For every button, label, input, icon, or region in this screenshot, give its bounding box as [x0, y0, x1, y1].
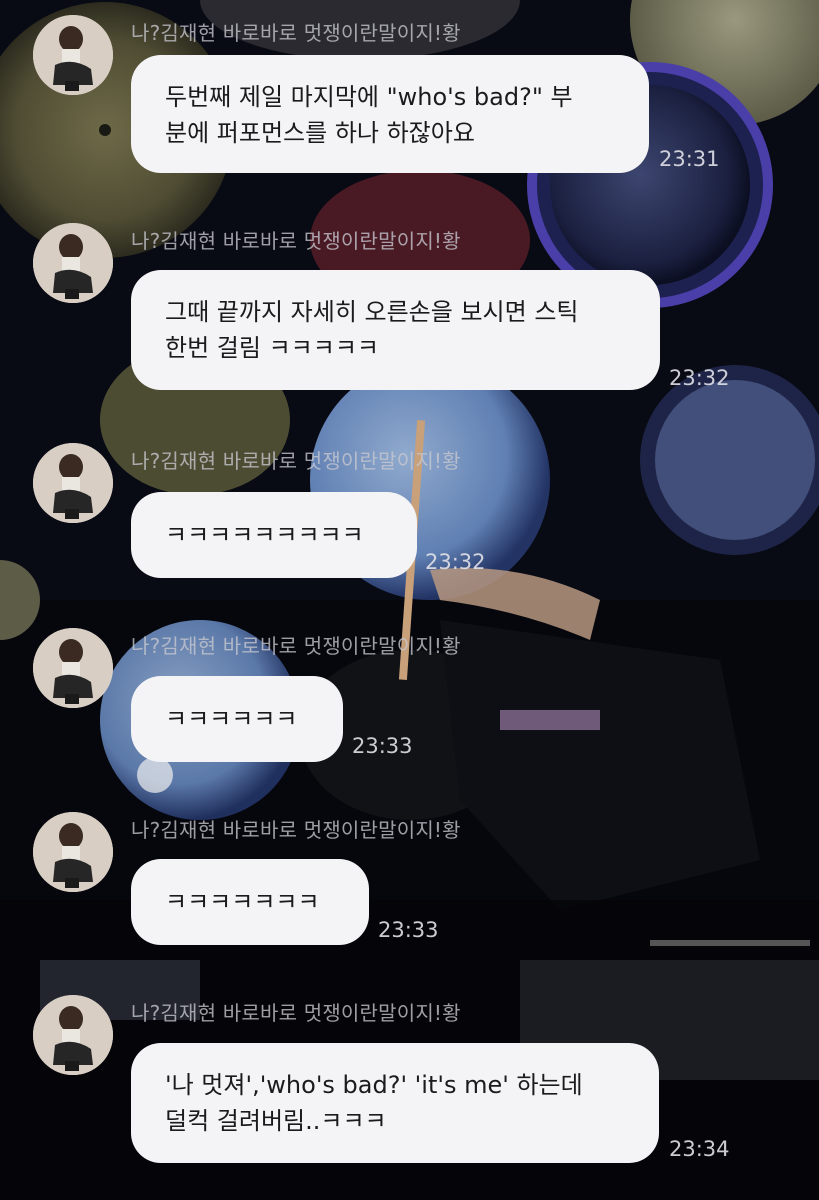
message-bubble[interactable]: ㅋㅋㅋㅋㅋㅋ	[131, 676, 343, 762]
message-text-line: ㅋㅋㅋㅋㅋㅋㅋ	[165, 888, 320, 916]
message-timestamp: 23:31	[659, 147, 720, 171]
sender-name: 나?김재현 바로바로 멋쟁이란말이지!황	[131, 818, 461, 842]
message-text-line: 덜컥 걸려버림..ㅋㅋㅋ	[165, 1107, 387, 1135]
sender-avatar[interactable]	[33, 628, 113, 708]
chat-thread: 나?김재현 바로바로 멋쟁이란말이지!황 두번째 제일 마지막에 "who's …	[0, 0, 819, 1200]
sender-avatar[interactable]	[33, 812, 113, 892]
message-text-line: 분에 퍼포먼스를 하나 하잖아요	[165, 119, 475, 147]
message-bubble[interactable]: ㅋㅋㅋㅋㅋㅋㅋ	[131, 859, 369, 945]
message-text-line: 두번째 제일 마지막에 "who's bad?" 부	[165, 83, 573, 111]
sender-name: 나?김재현 바로바로 멋쟁이란말이지!황	[131, 634, 461, 658]
message-text-line: 한번 걸림 ㅋㅋㅋㅋㅋ	[165, 334, 379, 362]
sender-name: 나?김재현 바로바로 멋쟁이란말이지!황	[131, 21, 461, 45]
message-bubble[interactable]: 그때 끝까지 자세히 오른손을 보시면 스틱 한번 걸림 ㅋㅋㅋㅋㅋ	[131, 270, 660, 390]
sender-avatar[interactable]	[33, 995, 113, 1075]
message-text-line: '나 멋져','who's bad?' 'it's me' 하는데	[165, 1071, 583, 1099]
message-bubble[interactable]: ㅋㅋㅋㅋㅋㅋㅋㅋㅋ	[131, 492, 417, 578]
message-timestamp: 23:33	[352, 734, 413, 758]
sender-name: 나?김재현 바로바로 멋쟁이란말이지!황	[131, 449, 461, 473]
message-timestamp: 23:32	[425, 550, 486, 574]
sender-name: 나?김재현 바로바로 멋쟁이란말이지!황	[131, 229, 461, 253]
message-text-line: ㅋㅋㅋㅋㅋㅋㅋㅋㅋ	[165, 521, 364, 549]
message-bubble[interactable]: '나 멋져','who's bad?' 'it's me' 하는데 덜컥 걸려버…	[131, 1043, 659, 1163]
message-timestamp: 23:33	[378, 918, 439, 942]
message-timestamp: 23:32	[669, 366, 730, 390]
sender-avatar[interactable]	[33, 443, 113, 523]
sender-avatar[interactable]	[33, 223, 113, 303]
message-text-line: ㅋㅋㅋㅋㅋㅋ	[165, 705, 298, 733]
message-timestamp: 23:34	[669, 1137, 730, 1161]
message-text-line: 그때 끝까지 자세히 오른손을 보시면 스틱	[165, 298, 579, 326]
sender-avatar[interactable]	[33, 15, 113, 95]
sender-name: 나?김재현 바로바로 멋쟁이란말이지!황	[131, 1001, 461, 1025]
message-bubble[interactable]: 두번째 제일 마지막에 "who's bad?" 부 분에 퍼포먼스를 하나 하…	[131, 55, 649, 173]
